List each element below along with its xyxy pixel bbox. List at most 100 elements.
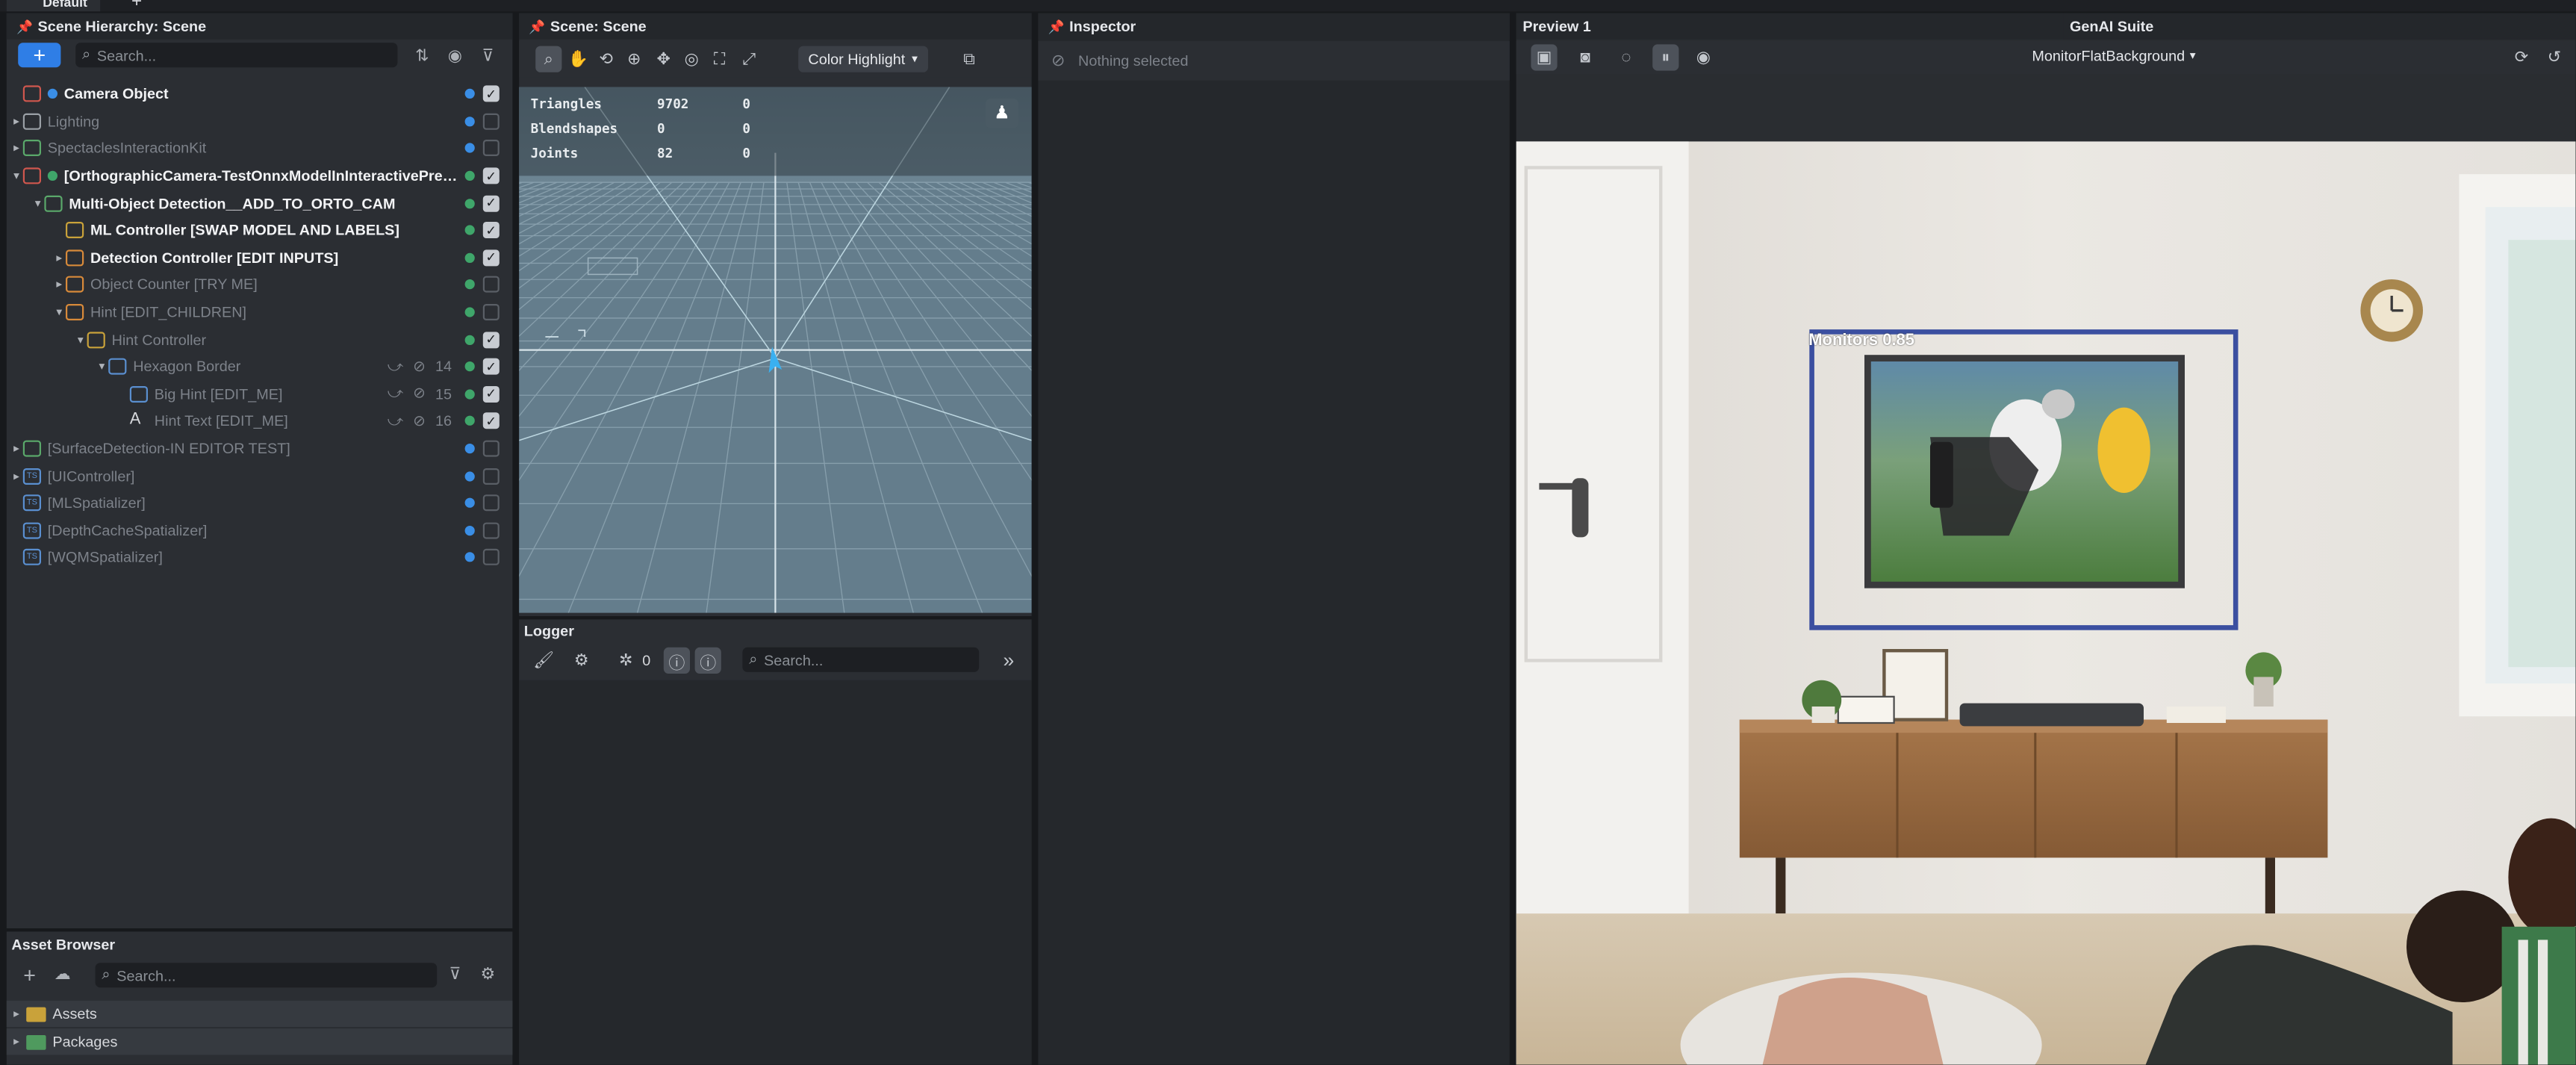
- hierarchy-item[interactable]: Camera Object ✓: [7, 81, 513, 108]
- chevron-right-icon[interactable]: ▸: [52, 279, 66, 291]
- chevron-down-icon[interactable]: ▾: [74, 333, 87, 346]
- reset-icon[interactable]: ↺: [2541, 44, 2567, 70]
- select-tool-icon[interactable]: ⌕: [535, 46, 562, 72]
- genai-suite-tab[interactable]: GenAI Suite: [2063, 13, 2576, 40]
- enabled-checkbox[interactable]: [482, 140, 500, 158]
- layer-link-icon[interactable]: ⤻: [388, 385, 403, 403]
- scene-viewport[interactable]: Triangles 9702 0 Blendshapes 0 0 Joints …: [519, 87, 1032, 613]
- rotate-tool-icon[interactable]: ◎: [679, 46, 705, 72]
- hierarchy-item[interactable]: Big Hint [EDIT_ME] ⤻ ⊘ 15 ✓: [7, 381, 513, 409]
- chevron-down-icon[interactable]: ▾: [31, 196, 45, 210]
- enabled-checkbox[interactable]: [482, 549, 500, 566]
- info-filter-icon[interactable]: ⓘ: [663, 647, 690, 674]
- pin-icon[interactable]: 📌: [16, 19, 33, 34]
- chevron-right-icon[interactable]: ▸: [10, 142, 23, 155]
- hierarchy-item[interactable]: ▸ SpectaclesInteractionKit: [7, 135, 513, 163]
- visibility-eye-icon[interactable]: ◉: [444, 44, 467, 67]
- chevron-right-icon[interactable]: ▸: [10, 442, 23, 455]
- enabled-checkbox[interactable]: [482, 113, 500, 130]
- warning-filter-icon[interactable]: ⓘ: [694, 647, 721, 674]
- scale-tool-icon[interactable]: ⛶: [706, 46, 732, 72]
- render-disabled-icon[interactable]: ⊘: [413, 358, 426, 376]
- enabled-checkbox[interactable]: [482, 304, 500, 321]
- hierarchy-item[interactable]: TS [MLSpatializer]: [7, 490, 513, 518]
- bug-icon[interactable]: ✲: [613, 648, 639, 674]
- preview-viewport[interactable]: Monitors 0.85: [1516, 141, 2576, 1065]
- enabled-checkbox[interactable]: ✓: [482, 358, 500, 376]
- hierarchy-item[interactable]: A Hint Text [EDIT_ME] ⤻ ⊘ 16 ✓: [7, 408, 513, 435]
- pin-icon[interactable]: 📌: [1048, 19, 1065, 34]
- enabled-checkbox[interactable]: [482, 494, 500, 512]
- layer-link-icon[interactable]: ⤻: [388, 412, 403, 430]
- hierarchy-item[interactable]: ▾ Hint Controller ✓: [7, 326, 513, 353]
- enabled-checkbox[interactable]: [482, 440, 500, 457]
- hierarchy-item[interactable]: ML Controller [SWAP MODEL AND LABELS] ✓: [7, 217, 513, 244]
- camera-view-icon[interactable]: ⧉: [956, 46, 982, 72]
- settings-brush-icon[interactable]: ⚙: [568, 648, 594, 674]
- add-asset-icon[interactable]: +: [18, 962, 41, 987]
- add-layout-button[interactable]: +: [131, 0, 142, 11]
- settings-gear-icon[interactable]: ⚙: [476, 963, 500, 986]
- pause-icon[interactable]: ⏸: [1652, 44, 1679, 71]
- hierarchy-item[interactable]: TS [DepthCacheSpatializer]: [7, 517, 513, 544]
- double-chevron-right-icon[interactable]: »: [995, 648, 1021, 674]
- layer-link-icon[interactable]: ⤻: [388, 358, 403, 376]
- enabled-checkbox[interactable]: ✓: [482, 195, 500, 212]
- preview-image-icon[interactable]: ▣: [1531, 44, 1558, 71]
- enabled-checkbox[interactable]: ✓: [482, 385, 500, 403]
- eye-icon[interactable]: ◉: [1690, 44, 1717, 70]
- logger-search-input[interactable]: ⌕ Search...: [742, 647, 980, 672]
- hand-tool-icon[interactable]: ✋: [565, 46, 591, 72]
- asset-list-item[interactable]: ▸ Assets: [6, 1000, 513, 1027]
- enabled-checkbox[interactable]: ✓: [482, 249, 500, 267]
- asset-list-item[interactable]: ▸ Packages: [6, 1028, 513, 1055]
- orbit-tool-icon[interactable]: ⟲: [593, 46, 619, 72]
- chevron-right-icon[interactable]: ▸: [10, 115, 23, 128]
- chevron-down-icon[interactable]: ▾: [52, 305, 66, 319]
- hierarchy-item[interactable]: ▾ [OrthographicCamera-TestOnnxModelInInte…: [7, 162, 513, 190]
- pin-icon[interactable]: 📌: [529, 19, 545, 34]
- filter-icon[interactable]: ⊽: [476, 44, 500, 67]
- background-dropdown[interactable]: MonitorFlatBackground ▾: [2032, 48, 2195, 64]
- hierarchy-sort-icon[interactable]: ⇅: [411, 44, 434, 67]
- chevron-right-icon[interactable]: ▸: [10, 470, 23, 482]
- layout-tab-default[interactable]: Default: [6, 0, 101, 12]
- render-disabled-icon[interactable]: ⊘: [413, 385, 426, 403]
- hierarchy-item[interactable]: ▸ TS [UIController]: [7, 462, 513, 490]
- enabled-checkbox[interactable]: ✓: [482, 167, 500, 184]
- refresh-icon[interactable]: ⟳: [2508, 44, 2534, 70]
- enabled-checkbox[interactable]: ✓: [482, 331, 500, 348]
- hierarchy-item[interactable]: ▸ [SurfaceDetection-IN EDITOR TEST]: [7, 435, 513, 463]
- add-object-button[interactable]: +: [18, 43, 61, 68]
- hierarchy-item[interactable]: ▸ Lighting: [7, 108, 513, 135]
- hierarchy-item[interactable]: ▸ Object Counter [TRY ME]: [7, 271, 513, 299]
- asset-search-input[interactable]: ⌕ Search...: [95, 963, 438, 988]
- move-tool-icon[interactable]: ✥: [650, 46, 676, 72]
- snapchat-ghost-icon[interactable]: ♟: [986, 99, 1018, 128]
- enabled-checkbox[interactable]: [482, 468, 500, 485]
- hierarchy-item[interactable]: ▸ Detection Controller [EDIT INPUTS] ✓: [7, 244, 513, 272]
- lock-off-icon[interactable]: ⊘: [1051, 52, 1065, 69]
- hierarchy-item[interactable]: ▾ Hexagon Border ⤻ ⊘ 14 ✓: [7, 353, 513, 381]
- enabled-checkbox[interactable]: ✓: [482, 222, 500, 239]
- chevron-right-icon[interactable]: ▸: [52, 251, 66, 264]
- clear-brush-icon[interactable]: 🖌: [531, 648, 557, 674]
- preview-face-icon[interactable]: ◙: [1572, 44, 1598, 70]
- zoom-tool-icon[interactable]: ⊕: [621, 46, 647, 72]
- hierarchy-item[interactable]: ▾ Hint [EDIT_CHILDREN]: [7, 299, 513, 326]
- preview-chat-icon[interactable]: ◌: [1613, 44, 1639, 70]
- enabled-checkbox[interactable]: ✓: [482, 413, 500, 430]
- render-disabled-icon[interactable]: ⊘: [413, 412, 426, 430]
- enabled-checkbox[interactable]: [482, 276, 500, 294]
- hierarchy-search-input[interactable]: ⌕ Search...: [75, 43, 398, 68]
- color-highlight-dropdown[interactable]: Color Highlight ▾: [798, 46, 928, 72]
- hierarchy-item[interactable]: TS [WQMSpatializer]: [7, 544, 513, 572]
- enabled-checkbox[interactable]: ✓: [482, 86, 500, 103]
- expand-tool-icon[interactable]: ⤢: [736, 46, 762, 72]
- chevron-down-icon[interactable]: ▾: [96, 360, 109, 373]
- enabled-checkbox[interactable]: [482, 522, 500, 539]
- chevron-down-icon[interactable]: ▾: [10, 170, 23, 182]
- hierarchy-item[interactable]: ▾ Multi-Object Detection__ADD_TO_ORTO_CAM…: [7, 190, 513, 217]
- cloud-icon[interactable]: ☁: [51, 963, 74, 986]
- filter-icon[interactable]: ⊽: [444, 963, 467, 986]
